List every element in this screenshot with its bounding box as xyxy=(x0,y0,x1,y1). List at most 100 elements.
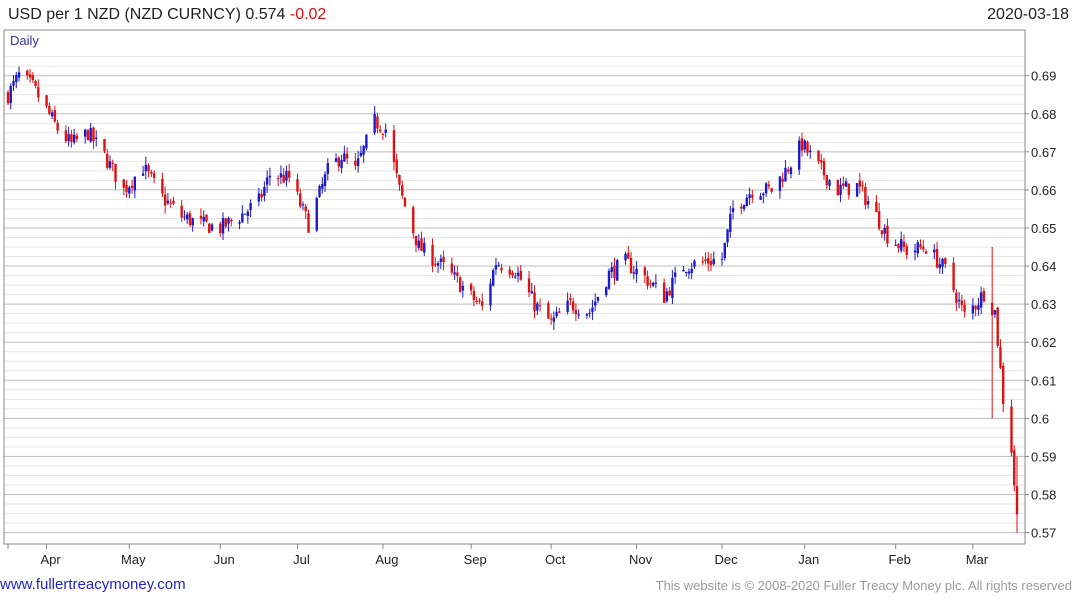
price-bar xyxy=(635,260,638,283)
price-bar xyxy=(45,94,48,109)
price-bar xyxy=(219,221,222,237)
price-bar xyxy=(982,287,986,303)
price-bar xyxy=(384,123,387,138)
price-bar xyxy=(241,205,244,223)
price-bar xyxy=(191,217,194,232)
price-bar xyxy=(315,196,318,233)
price-bar xyxy=(880,230,884,238)
price-bar xyxy=(243,213,247,215)
price-bar xyxy=(607,268,611,290)
price-bar xyxy=(938,257,942,274)
x-tick-label: Oct xyxy=(545,552,566,567)
price-bar xyxy=(472,286,476,307)
x-tick-label: Jun xyxy=(214,552,235,567)
price-bar xyxy=(842,176,845,190)
price-bar xyxy=(337,155,341,172)
website-link[interactable]: www.fullertreacymoney.com xyxy=(0,576,186,593)
price-bar xyxy=(781,172,784,188)
price-bar xyxy=(817,150,820,164)
price-bar xyxy=(356,151,360,173)
price-bar xyxy=(9,83,12,110)
price-bar xyxy=(999,339,1002,370)
price-bar xyxy=(161,172,164,198)
price-bar xyxy=(955,289,958,311)
price-bar xyxy=(64,125,68,143)
price-bar xyxy=(538,298,542,312)
price-bar xyxy=(767,180,771,190)
price-chart[interactable]: 0.57 0.58 0.59 0.6 0.61 0.62 0.63 0.64 0.65 0.66 0… xyxy=(0,0,1075,600)
price-bar xyxy=(1013,445,1016,492)
price-bar xyxy=(941,257,944,275)
price-bar xyxy=(571,297,575,315)
copyright-notice: This website is © 2008-2020 Fuller Treac… xyxy=(655,578,1072,593)
price-bar xyxy=(307,209,310,233)
price-bar xyxy=(971,298,975,320)
price-bar xyxy=(122,179,125,196)
price-bar xyxy=(287,163,291,183)
price-bar xyxy=(83,128,87,144)
x-tick-label: Dec xyxy=(714,552,738,567)
price-bar xyxy=(707,251,710,272)
price-bar xyxy=(89,122,92,143)
price-bar xyxy=(323,171,327,193)
price-bar xyxy=(552,311,556,330)
price-bar xyxy=(31,72,35,83)
price-bar xyxy=(585,313,589,319)
period-label: Daily xyxy=(10,33,39,48)
price-bar xyxy=(299,188,302,209)
price-bar xyxy=(108,155,112,170)
price-bar xyxy=(56,119,59,135)
x-tick-label: Mar xyxy=(966,552,989,567)
price-bar xyxy=(133,175,137,199)
price-bar xyxy=(72,128,76,145)
price-bar xyxy=(646,270,649,290)
price-bar xyxy=(875,194,878,213)
price-bar xyxy=(500,263,503,274)
price-bar xyxy=(376,112,379,134)
price-bar xyxy=(654,274,658,289)
price-bar xyxy=(745,194,749,207)
y-tick-label: 0.62 xyxy=(1031,335,1056,350)
y-tick-label: 0.63 xyxy=(1031,297,1056,312)
price-bar xyxy=(169,198,172,208)
price-bar xyxy=(786,166,790,175)
price-bar xyxy=(751,189,754,203)
price-bar xyxy=(516,266,520,283)
price-bar xyxy=(720,252,724,266)
price-bar xyxy=(922,239,925,253)
plot-frame xyxy=(3,29,1026,545)
price-bar xyxy=(574,303,578,322)
price-bar xyxy=(436,260,440,273)
price-bar xyxy=(759,192,762,201)
price-bar xyxy=(764,181,768,197)
price-bar xyxy=(414,235,418,253)
price-bar xyxy=(935,241,939,269)
price-bar xyxy=(828,178,831,190)
price-bar xyxy=(547,300,550,319)
price-bar xyxy=(492,268,495,287)
price-bar xyxy=(144,156,148,180)
price-bar xyxy=(147,163,150,178)
price-bar xyxy=(778,176,782,199)
price-bar xyxy=(420,231,423,251)
price-bar xyxy=(53,105,57,123)
x-tick-label: Feb xyxy=(888,552,910,567)
price-bar xyxy=(839,177,842,203)
price-bar xyxy=(401,180,404,199)
x-tick-label: Jan xyxy=(798,552,819,567)
price-bar xyxy=(629,251,633,274)
price-bar xyxy=(822,157,826,180)
price-bar xyxy=(296,173,299,196)
price-bar xyxy=(208,222,211,234)
price-bar xyxy=(257,187,261,207)
price-bar xyxy=(230,218,233,227)
price-bar xyxy=(864,182,867,210)
price-bar xyxy=(820,153,823,170)
price-bar xyxy=(362,144,365,163)
price-bar xyxy=(17,66,21,82)
price-bar xyxy=(6,89,10,106)
price-bar xyxy=(114,163,117,190)
price-bar xyxy=(687,268,691,280)
price-bar xyxy=(398,174,401,191)
price-bar xyxy=(354,153,357,170)
